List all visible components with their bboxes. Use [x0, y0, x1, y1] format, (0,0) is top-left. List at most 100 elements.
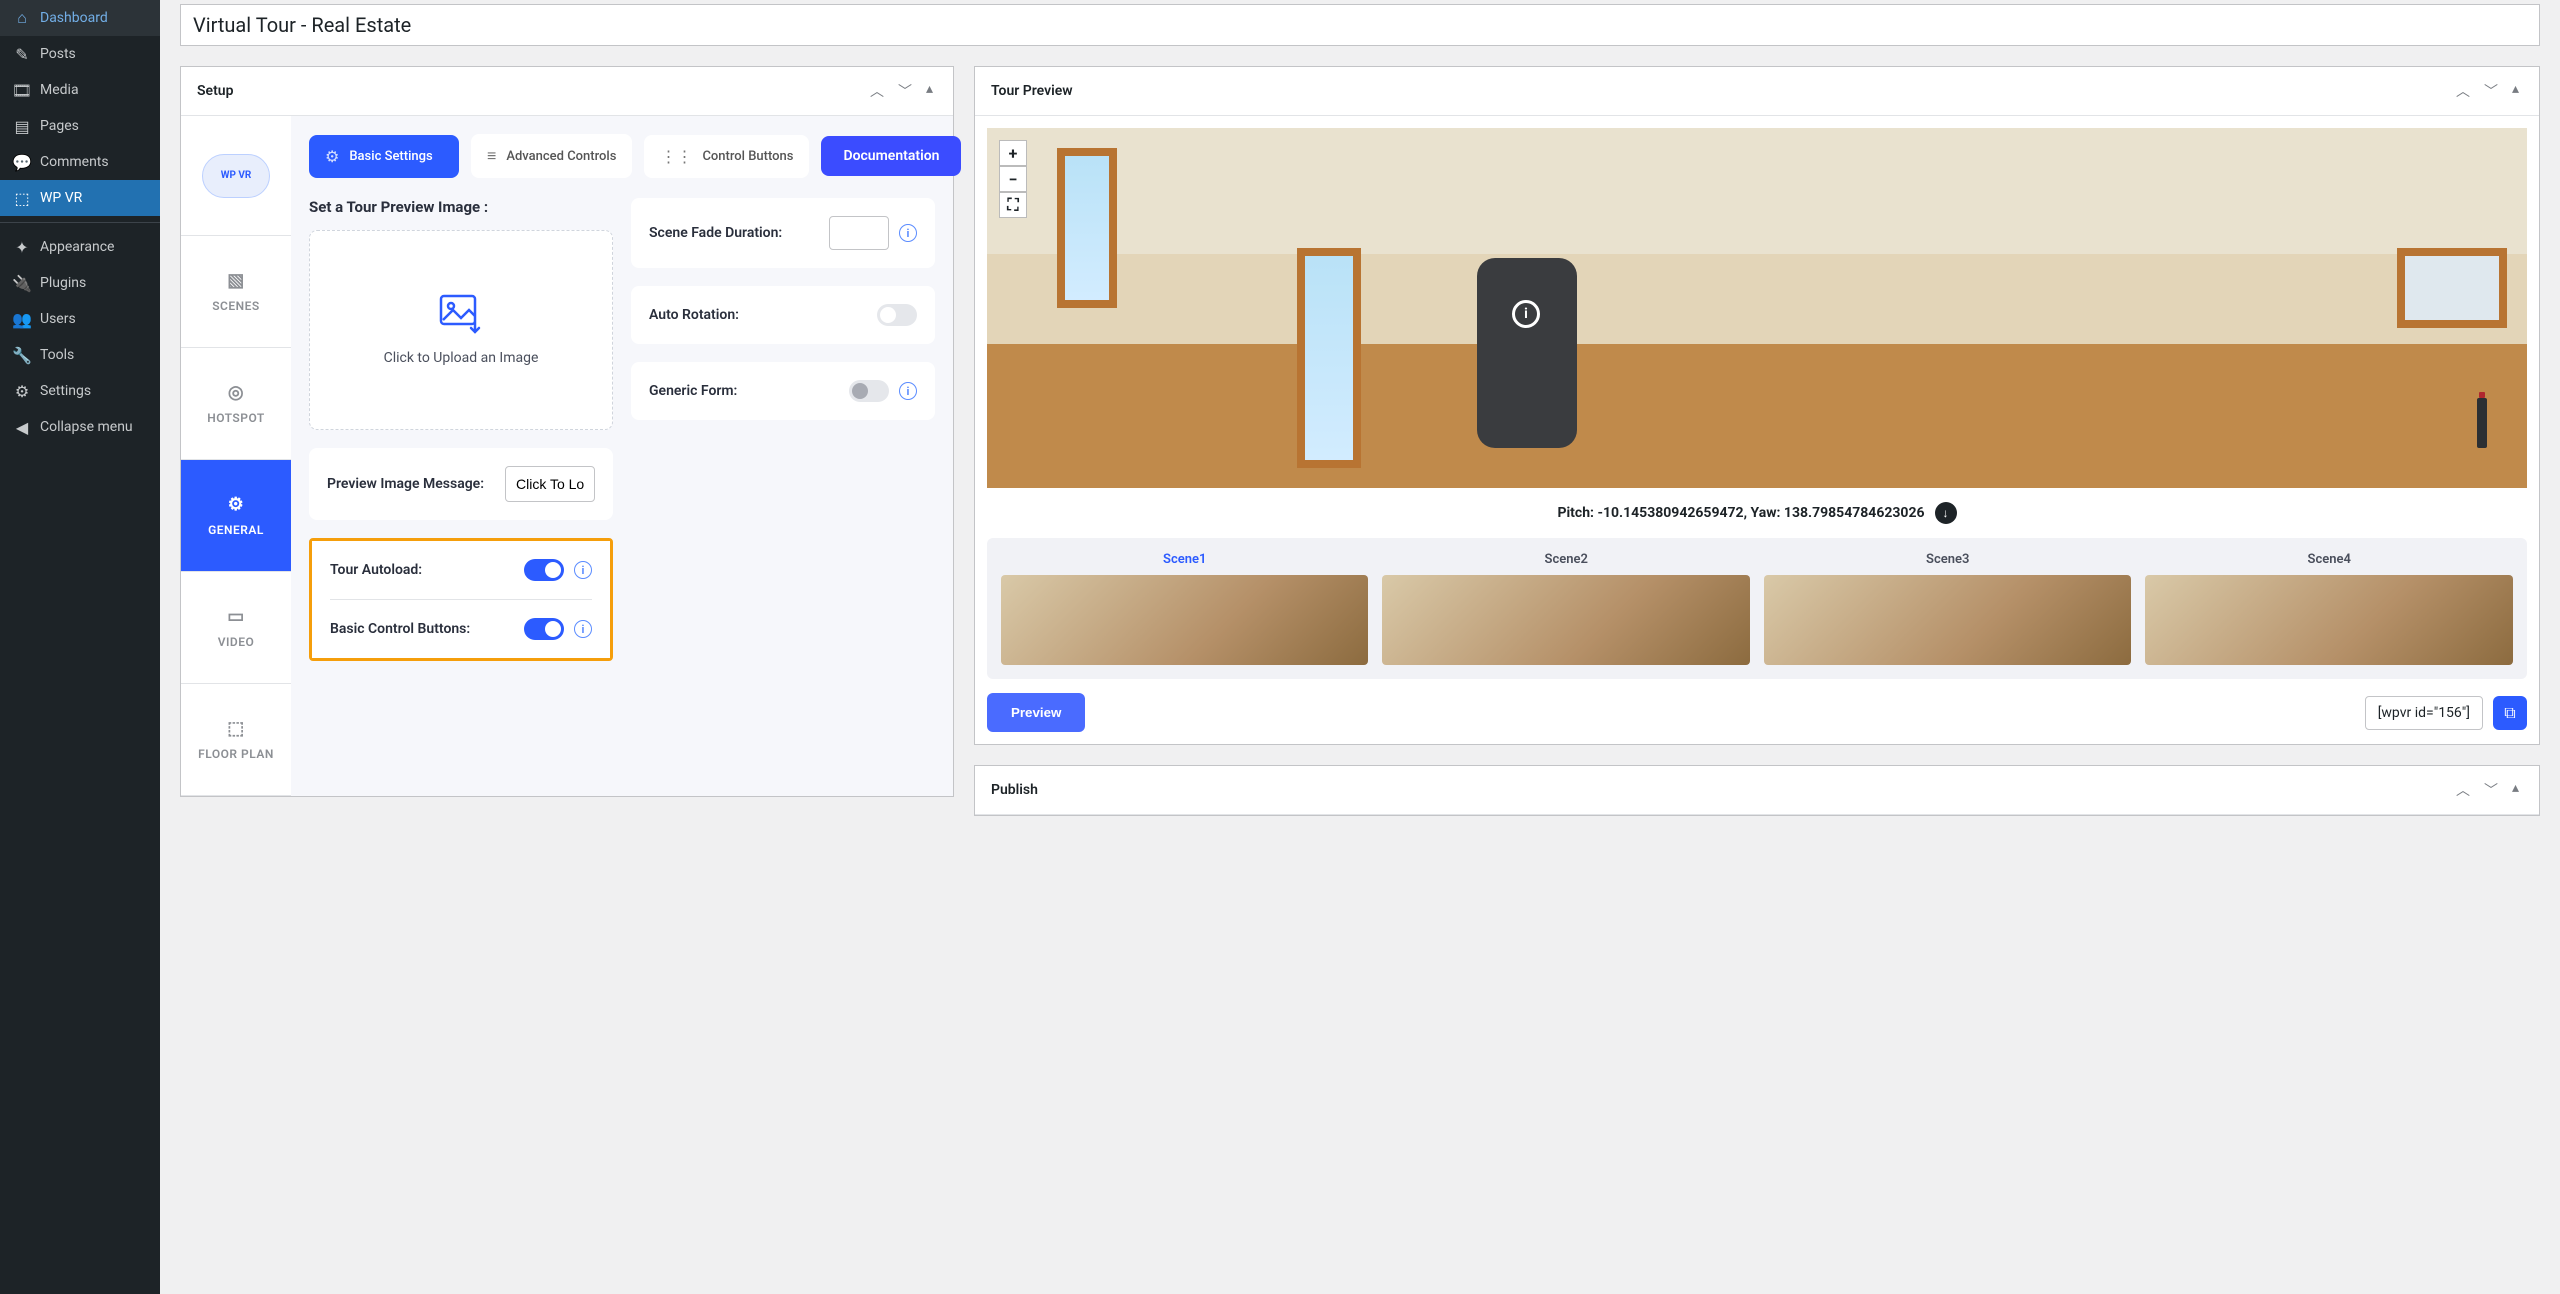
- main-content: Virtual Tour - Real Estate Setup ︿ ﹀ ▴ W…: [160, 4, 2560, 856]
- menu-dashboard[interactable]: ⌂Dashboard: [0, 0, 160, 36]
- menu-users[interactable]: 👥Users: [0, 301, 160, 337]
- menu-pages[interactable]: ▤Pages: [0, 108, 160, 144]
- autoload-toggle[interactable]: [524, 559, 564, 581]
- tab-general[interactable]: ⚙GENERAL: [181, 460, 291, 572]
- panel-up-icon[interactable]: ︿: [2452, 778, 2474, 802]
- copy-shortcode-button[interactable]: ⧉: [2493, 696, 2527, 730]
- plugins-icon: 🔌: [12, 273, 32, 293]
- menu-label: Appearance: [40, 239, 114, 255]
- posts-icon: ✎: [12, 44, 32, 64]
- panel-up-icon[interactable]: ︿: [2452, 79, 2474, 103]
- menu-settings[interactable]: ⚙Settings: [0, 373, 160, 409]
- menu-tools[interactable]: 🔧Tools: [0, 337, 160, 373]
- generic-form-row: Generic Form: i: [631, 362, 935, 420]
- tour-preview-header: Tour Preview: [991, 83, 1073, 99]
- pano-decor: [1297, 248, 1361, 468]
- side-tabs: WP VR ▧SCENES ◎HOTSPOT ⚙GENERAL ▭VIDEO ⬚…: [181, 116, 291, 796]
- tab-scenes[interactable]: ▧SCENES: [181, 236, 291, 348]
- panorama-viewport[interactable]: i + − ⛶: [987, 128, 2527, 488]
- panel-collapse-icon[interactable]: ▴: [2508, 778, 2523, 802]
- menu-label: WP VR: [40, 190, 82, 206]
- autorotation-label: Auto Rotation:: [649, 307, 739, 323]
- coords-text: Pitch: -10.145380942659472, Yaw: 138.798…: [1557, 505, 1924, 521]
- autorotation-row: Auto Rotation:: [631, 286, 935, 344]
- scene-selector: Scene1 Scene2 Scene3 Scene4: [987, 538, 2527, 679]
- menu-plugins[interactable]: 🔌 Plugins: [0, 265, 160, 301]
- menu-label: Plugins: [40, 275, 86, 291]
- preview-button[interactable]: Preview: [987, 693, 1085, 732]
- preview-message-label: Preview Image Message:: [327, 476, 484, 492]
- pano-decor: [2397, 248, 2507, 328]
- control-buttons-toggle[interactable]: [524, 618, 564, 640]
- control-buttons-row: Basic Control Buttons: i: [312, 600, 610, 658]
- scene-thumb-1[interactable]: Scene1: [1001, 552, 1369, 665]
- menu-separator: [0, 222, 160, 223]
- info-icon[interactable]: i: [899, 224, 917, 242]
- setup-content: ⚙Basic Settings ≡Advanced Controls ⋮⋮Con…: [291, 116, 953, 796]
- tab-control-buttons[interactable]: ⋮⋮Control Buttons: [644, 135, 809, 178]
- tab-hotspot[interactable]: ◎HOTSPOT: [181, 348, 291, 460]
- setup-panel: Setup ︿ ﹀ ▴ WP VR ▧SCENES ◎HOTSPOT ⚙GENE…: [180, 66, 954, 797]
- generic-form-toggle[interactable]: [849, 380, 889, 402]
- scene-thumb-3[interactable]: Scene3: [1764, 552, 2132, 665]
- tab-label: Basic Settings: [349, 149, 432, 164]
- menu-comments[interactable]: 💬Comments: [0, 144, 160, 180]
- scene-thumb-2[interactable]: Scene2: [1382, 552, 1750, 665]
- menu-wpvr[interactable]: ⬚WP VR: [0, 180, 160, 216]
- info-icon[interactable]: i: [574, 620, 592, 638]
- download-coords-icon[interactable]: ↓: [1935, 502, 1957, 524]
- documentation-button[interactable]: Documentation: [821, 136, 961, 176]
- fullscreen-button[interactable]: ⛶: [999, 192, 1027, 218]
- autorotation-toggle[interactable]: [877, 304, 917, 326]
- tour-preview-panel: Tour Preview ︿ ﹀ ▴ i: [974, 66, 2540, 745]
- publish-panel: Publish ︿ ﹀ ▴: [974, 765, 2540, 816]
- upload-preview-image[interactable]: Click to Upload an Image: [309, 230, 613, 430]
- panel-up-icon[interactable]: ︿: [866, 79, 888, 103]
- settings-icon: ⚙: [12, 381, 32, 401]
- publish-header: Publish: [991, 782, 1038, 798]
- post-title-input[interactable]: Virtual Tour - Real Estate: [180, 4, 2540, 46]
- tab-floorplan[interactable]: ⬚FLOOR PLAN: [181, 684, 291, 796]
- menu-collapse[interactable]: ◀Collapse menu: [0, 409, 160, 445]
- menu-label: Dashboard: [40, 10, 108, 26]
- info-icon[interactable]: i: [899, 382, 917, 400]
- menu-label: Pages: [40, 118, 79, 134]
- menu-media[interactable]: 🎞Media: [0, 72, 160, 108]
- zoom-controls: + − ⛶: [999, 140, 1027, 218]
- scene-thumb-4[interactable]: Scene4: [2145, 552, 2513, 665]
- preview-message-input[interactable]: [505, 466, 595, 502]
- menu-label: Comments: [40, 154, 109, 170]
- panel-collapse-icon[interactable]: ▴: [922, 79, 937, 103]
- pano-hotspot[interactable]: i: [1512, 300, 1540, 328]
- zoom-out-button[interactable]: −: [999, 166, 1027, 192]
- users-icon: 👥: [12, 309, 32, 329]
- fade-duration-label: Scene Fade Duration:: [649, 225, 782, 241]
- tab-video[interactable]: ▭VIDEO: [181, 572, 291, 684]
- scene-thumbnail: [2145, 575, 2513, 665]
- fade-duration-input[interactable]: [829, 216, 889, 250]
- panel-down-icon[interactable]: ﹀: [894, 79, 916, 103]
- scene-thumbnail: [1764, 575, 2132, 665]
- pano-decor: [2477, 398, 2487, 448]
- scene-thumbnail: [1001, 575, 1369, 665]
- tab-label: Control Buttons: [702, 149, 793, 164]
- wpvr-logo: WP VR: [181, 116, 291, 236]
- scene-thumbnail: [1382, 575, 1750, 665]
- menu-appearance[interactable]: ✦Appearance: [0, 229, 160, 265]
- preview-image-label: Set a Tour Preview Image :: [309, 198, 613, 216]
- menu-posts[interactable]: ✎Posts: [0, 36, 160, 72]
- panel-collapse-icon[interactable]: ▴: [2508, 79, 2523, 103]
- tools-icon: 🔧: [12, 345, 32, 365]
- zoom-in-button[interactable]: +: [999, 140, 1027, 166]
- tab-basic-settings[interactable]: ⚙Basic Settings: [309, 135, 459, 178]
- setup-header: Setup: [197, 83, 233, 99]
- scene-label: Scene2: [1545, 552, 1588, 567]
- info-icon[interactable]: i: [574, 561, 592, 579]
- tab-advanced-controls[interactable]: ≡Advanced Controls: [471, 134, 632, 178]
- panel-down-icon[interactable]: ﹀: [2480, 778, 2502, 802]
- menu-label: Collapse menu: [40, 419, 133, 435]
- panel-down-icon[interactable]: ﹀: [2480, 79, 2502, 103]
- control-buttons-label: Basic Control Buttons:: [330, 621, 470, 637]
- scene-label: Scene3: [1926, 552, 1969, 567]
- floorplan-icon: ⬚: [227, 718, 245, 739]
